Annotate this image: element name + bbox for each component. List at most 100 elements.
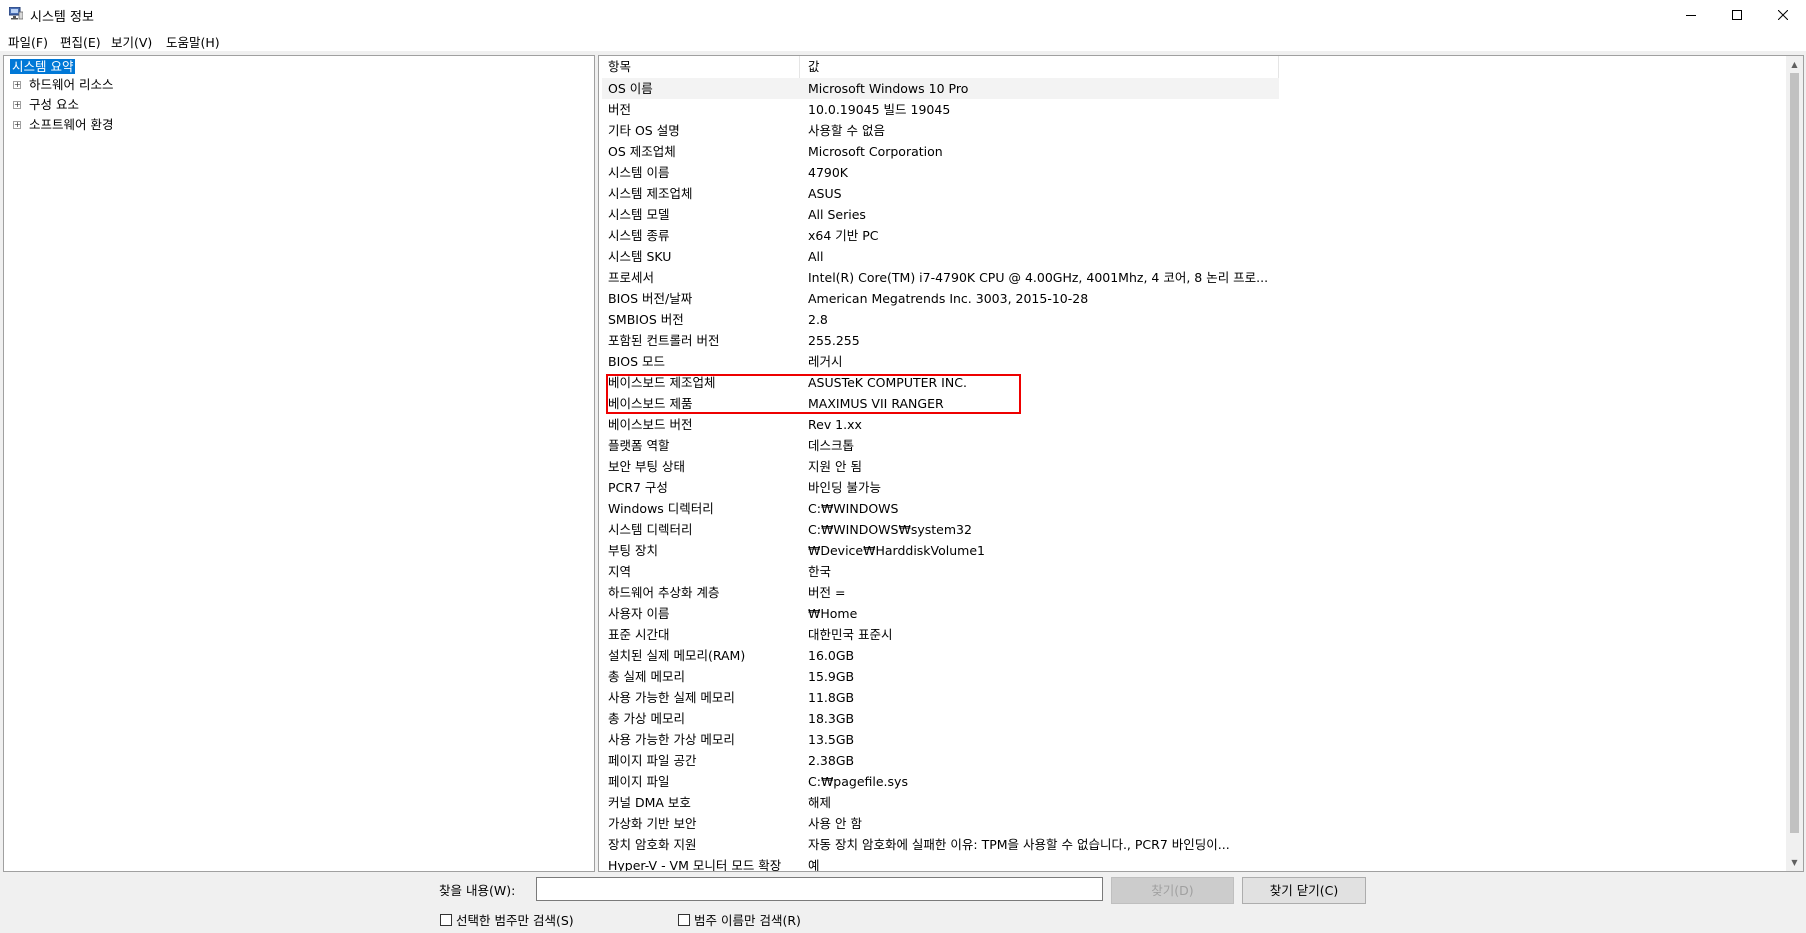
- tree-item-system-summary[interactable]: 시스템 요약: [10, 58, 76, 76]
- row-value-cell: 11.8GB: [808, 690, 855, 705]
- scrollbar-thumb[interactable]: [1790, 73, 1799, 833]
- row-item-cell: 보안 부팅 상태: [608, 459, 685, 474]
- table-row[interactable]: 총 실제 메모리 15.9GB: [599, 666, 1784, 687]
- expand-icon[interactable]: +: [13, 81, 21, 89]
- menu-help[interactable]: 도움말(H): [166, 32, 220, 51]
- table-row[interactable]: 표준 시간대 대한민국 표준시: [599, 624, 1784, 645]
- row-value-cell: 255.255: [808, 333, 860, 348]
- row-item-cell: 포함된 컨트롤러 버전: [608, 333, 720, 348]
- find-input[interactable]: [536, 877, 1103, 901]
- row-item-cell: 시스템 이름: [608, 165, 670, 180]
- table-row[interactable]: 지역 한국: [599, 561, 1784, 582]
- table-row[interactable]: 포함된 컨트롤러 버전 255.255: [599, 330, 1784, 351]
- category-tree[interactable]: 시스템 요약 + 하드웨어 리소스 + 구성 요소 + 소프트웨어 환경: [3, 55, 595, 872]
- details-list[interactable]: 항목 값 OS 이름 Microsoft Windows 10 Pro 버전 10.0…: [598, 55, 1804, 872]
- vertical-scrollbar[interactable]: ▲ ▼: [1786, 56, 1803, 871]
- table-row[interactable]: 기타 OS 설명 사용할 수 없음: [599, 120, 1784, 141]
- table-row[interactable]: 사용자 이름 ₩Home: [599, 603, 1784, 624]
- table-row[interactable]: 커널 DMA 보호 해제: [599, 792, 1784, 813]
- row-item-cell: OS 제조업체: [608, 144, 676, 159]
- menu-view[interactable]: 보기(V): [111, 32, 152, 51]
- tree-item-label: 시스템 요약: [10, 59, 76, 74]
- table-row[interactable]: 설치된 실제 메모리(RAM) 16.0GB: [599, 645, 1784, 666]
- column-divider[interactable]: [1278, 56, 1279, 78]
- table-row[interactable]: 시스템 모델 All Series: [599, 204, 1784, 225]
- table-row[interactable]: 페이지 파일 공간 2.38GB: [599, 750, 1784, 771]
- table-row[interactable]: 시스템 디렉터리 C:₩WINDOWS₩system32: [599, 519, 1784, 540]
- table-row[interactable]: 플랫폼 역할 데스크톱: [599, 435, 1784, 456]
- row-item-cell: 사용 가능한 가상 메모리: [608, 732, 735, 747]
- table-row[interactable]: OS 제조업체 Microsoft Corporation: [599, 141, 1784, 162]
- row-value-cell: Rev 1.xx: [808, 417, 862, 432]
- table-row[interactable]: BIOS 모드 레거시: [599, 351, 1784, 372]
- table-row[interactable]: 페이지 파일 C:₩pagefile.sys: [599, 771, 1784, 792]
- column-header-value[interactable]: 값: [808, 56, 820, 78]
- table-row[interactable]: 하드웨어 추상화 계층 버전 =: [599, 582, 1784, 603]
- table-row[interactable]: OS 이름 Microsoft Windows 10 Pro: [602, 78, 1279, 99]
- table-row[interactable]: 총 가상 메모리 18.3GB: [599, 708, 1784, 729]
- row-item-cell: 베이스보드 버전: [608, 417, 693, 432]
- row-value-cell: ₩Home: [808, 606, 858, 621]
- column-divider[interactable]: [799, 56, 800, 78]
- table-row[interactable]: Windows 디렉터리 C:₩WINDOWS: [599, 498, 1784, 519]
- row-item-cell: 시스템 디렉터리: [608, 522, 693, 537]
- row-value-cell: Microsoft Corporation: [808, 144, 943, 159]
- minimize-button[interactable]: [1668, 0, 1714, 29]
- table-row[interactable]: 베이스보드 버전 Rev 1.xx: [599, 414, 1784, 435]
- table-row[interactable]: 가상화 기반 보안 사용 안 함: [599, 813, 1784, 834]
- tree-item-hardware-resources[interactable]: + 하드웨어 리소스: [13, 76, 113, 94]
- table-row[interactable]: SMBIOS 버전 2.8: [599, 309, 1784, 330]
- table-row[interactable]: 프로세서 Intel(R) Core(TM) i7-4790K CPU @ 4.0…: [599, 267, 1784, 288]
- checkbox-box[interactable]: [678, 913, 690, 926]
- table-row[interactable]: 시스템 제조업체 ASUS: [599, 183, 1784, 204]
- scroll-down-arrow-icon[interactable]: ▼: [1786, 854, 1803, 871]
- close-find-button[interactable]: 찾기 닫기(C): [1242, 877, 1366, 904]
- row-value-cell: 레거시: [808, 354, 843, 369]
- expand-icon[interactable]: +: [13, 101, 21, 109]
- row-value-cell: 한국: [808, 564, 832, 579]
- table-row[interactable]: 버전 10.0.19045 빌드 19045: [599, 99, 1784, 120]
- row-value-cell: ASUS: [808, 186, 842, 201]
- table-row[interactable]: Hyper-V - VM 모니터 모드 확장 예: [599, 855, 1784, 871]
- expand-icon[interactable]: +: [13, 121, 21, 129]
- table-row[interactable]: 사용 가능한 가상 메모리 13.5GB: [599, 729, 1784, 750]
- title-bar: 시스템 정보: [0, 0, 1806, 29]
- table-row[interactable]: 장치 암호화 지원 자동 장치 암호화에 실패한 이유: TPM을 사용할 수 없…: [599, 834, 1784, 855]
- table-row[interactable]: BIOS 버전/날짜 American Megatrends Inc. 3003,…: [599, 288, 1784, 309]
- search-category-names-checkbox[interactable]: 범주 이름만 검색(R): [678, 910, 801, 929]
- table-row[interactable]: 부팅 장치 ₩Device₩HarddiskVolume1: [599, 540, 1784, 561]
- close-button[interactable]: [1760, 0, 1806, 29]
- tree-item-label: 하드웨어 리소스: [29, 77, 114, 92]
- row-item-cell: 지역: [608, 564, 632, 579]
- scroll-up-arrow-icon[interactable]: ▲: [1786, 56, 1803, 73]
- table-row[interactable]: PCR7 구성 바인딩 불가능: [599, 477, 1784, 498]
- menu-file[interactable]: 파일(F): [8, 32, 48, 51]
- row-value-cell: 사용할 수 없음: [808, 123, 885, 138]
- table-row[interactable]: 시스템 이름 4790K: [599, 162, 1784, 183]
- checkbox-label: 선택한 범주만 검색(S): [456, 913, 574, 928]
- table-row[interactable]: 시스템 종류 x64 기반 PC: [599, 225, 1784, 246]
- table-row[interactable]: 보안 부팅 상태 지원 안 됨: [599, 456, 1784, 477]
- tree-item-components[interactable]: + 구성 요소: [13, 96, 79, 114]
- row-value-cell: C:₩WINDOWS: [808, 501, 899, 516]
- find-bar: 찾을 내용(W): 찾기(D) 찾기 닫기(C) 선택한 범주만 검색(S) 범…: [0, 872, 1806, 933]
- tree-item-software-environment[interactable]: + 소프트웨어 환경: [13, 116, 113, 134]
- row-value-cell: ₩Device₩HarddiskVolume1: [808, 543, 985, 558]
- row-item-cell: 페이지 파일: [608, 774, 670, 789]
- row-value-cell: Intel(R) Core(TM) i7-4790K CPU @ 4.00GHz…: [808, 270, 1269, 285]
- row-value-cell: C:₩pagefile.sys: [808, 774, 908, 789]
- search-selected-category-checkbox[interactable]: 선택한 범주만 검색(S): [440, 910, 574, 929]
- table-row[interactable]: 사용 가능한 실제 메모리 11.8GB: [599, 687, 1784, 708]
- row-item-cell: 페이지 파일 공간: [608, 753, 697, 768]
- table-row[interactable]: 시스템 SKU All: [599, 246, 1784, 267]
- row-item-cell: 커널 DMA 보호: [608, 795, 691, 810]
- row-item-cell: 시스템 모델: [608, 207, 670, 222]
- checkbox-box[interactable]: [440, 913, 452, 926]
- row-value-cell: C:₩WINDOWS₩system32: [808, 522, 972, 537]
- row-item-cell: Hyper-V - VM 모니터 모드 확장: [608, 858, 782, 871]
- menu-edit[interactable]: 편집(E): [60, 32, 101, 51]
- column-header-item[interactable]: 항목: [608, 56, 631, 78]
- maximize-button[interactable]: [1714, 0, 1760, 29]
- find-button[interactable]: 찾기(D): [1111, 877, 1234, 904]
- row-value-cell: x64 기반 PC: [808, 228, 879, 243]
